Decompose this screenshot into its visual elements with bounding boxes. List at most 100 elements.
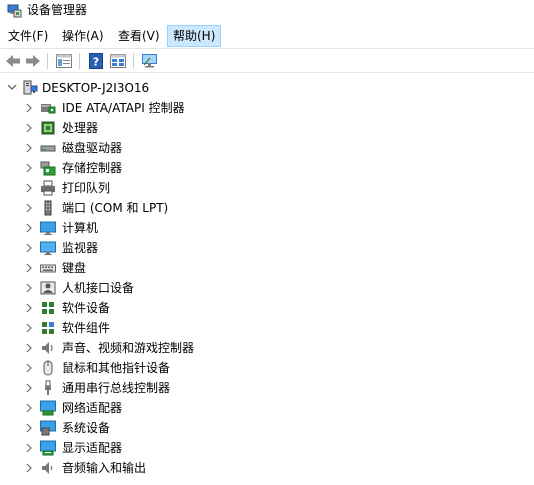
computer-icon bbox=[40, 220, 56, 236]
tree-node[interactable]: 网络适配器 bbox=[0, 398, 534, 418]
network-adapter-icon bbox=[40, 400, 56, 416]
tree-node[interactable]: 存储控制器 bbox=[0, 158, 534, 178]
chevron-right-icon[interactable] bbox=[24, 162, 34, 174]
software-component-icon bbox=[40, 320, 56, 336]
toolbar-separator bbox=[79, 53, 80, 69]
tree-node-label: 声音、视频和游戏控制器 bbox=[62, 341, 195, 355]
tree-node-label: 端口 (COM 和 LPT) bbox=[62, 201, 169, 215]
tree-node[interactable]: 系统设备 bbox=[0, 418, 534, 438]
menu-help[interactable]: 帮助(H) bbox=[167, 25, 222, 47]
chevron-right-icon[interactable] bbox=[24, 202, 34, 214]
tree-node-label: 键盘 bbox=[62, 261, 87, 275]
port-icon bbox=[40, 200, 56, 216]
tree-node-label: 软件设备 bbox=[62, 301, 111, 315]
disk-drive-icon bbox=[40, 140, 56, 156]
tree-node[interactable]: 通用串行总线控制器 bbox=[0, 378, 534, 398]
forward-arrow-icon[interactable] bbox=[23, 52, 43, 70]
chevron-right-icon[interactable] bbox=[24, 442, 34, 454]
software-device-icon bbox=[40, 300, 56, 316]
tree-node-label: 计算机 bbox=[62, 221, 99, 235]
toolbar: ? bbox=[0, 48, 534, 73]
ide-controller-icon bbox=[40, 100, 56, 116]
monitor-icon bbox=[40, 240, 56, 256]
tree-node-label: 显示适配器 bbox=[62, 441, 123, 455]
tree-node-label: 人机接口设备 bbox=[62, 281, 135, 295]
tree-node[interactable]: 键盘 bbox=[0, 258, 534, 278]
tree-node[interactable]: 人机接口设备 bbox=[0, 278, 534, 298]
chevron-right-icon[interactable] bbox=[24, 422, 34, 434]
tree-node-label: 存储控制器 bbox=[62, 161, 123, 175]
computer-root-icon bbox=[22, 80, 38, 96]
system-device-icon bbox=[40, 420, 56, 436]
display-adapter-icon bbox=[40, 440, 56, 456]
back-arrow-icon[interactable] bbox=[3, 52, 23, 70]
chevron-down-icon[interactable] bbox=[6, 81, 18, 93]
chevron-right-icon[interactable] bbox=[24, 282, 34, 294]
tree-node[interactable]: 声音、视频和游戏控制器 bbox=[0, 338, 534, 358]
tree-node[interactable]: 端口 (COM 和 LPT) bbox=[0, 198, 534, 218]
chevron-right-icon[interactable] bbox=[24, 342, 34, 354]
tree-node-label: 软件组件 bbox=[62, 321, 111, 335]
computer-name: DESKTOP-J2I3O16 bbox=[42, 81, 150, 95]
view-list-icon[interactable] bbox=[108, 52, 128, 70]
help-icon[interactable]: ? bbox=[86, 52, 106, 70]
chevron-right-icon[interactable] bbox=[24, 322, 34, 334]
chevron-right-icon[interactable] bbox=[24, 222, 34, 234]
toolbar-separator bbox=[47, 53, 48, 69]
chevron-right-icon[interactable] bbox=[24, 382, 34, 394]
usb-icon bbox=[40, 380, 56, 396]
svg-text:?: ? bbox=[93, 56, 99, 69]
chevron-right-icon[interactable] bbox=[24, 102, 34, 114]
tree-node-label: 处理器 bbox=[62, 121, 99, 135]
device-tree: DESKTOP-J2I3O16 IDE ATA/ATAPI 控制器 处理器磁盘驱动… bbox=[0, 78, 534, 485]
tree-node[interactable]: 监视器 bbox=[0, 238, 534, 258]
tree-node-label: 系统设备 bbox=[62, 421, 111, 435]
chevron-right-icon[interactable] bbox=[24, 302, 34, 314]
tree-root-computer[interactable]: DESKTOP-J2I3O16 bbox=[0, 78, 534, 98]
tree-node[interactable]: 处理器 bbox=[0, 118, 534, 138]
tree-node-label: IDE ATA/ATAPI 控制器 bbox=[62, 101, 185, 115]
tree-node[interactable]: 打印队列 bbox=[0, 178, 534, 198]
chevron-right-icon[interactable] bbox=[24, 142, 34, 154]
tree-node[interactable]: 音频输入和输出 bbox=[0, 458, 534, 478]
keyboard-icon bbox=[40, 260, 56, 276]
menu-bar: 文件(F) 操作(A) 查看(V) 帮助(H) bbox=[0, 25, 534, 47]
device-manager-app-icon bbox=[7, 4, 22, 18]
chevron-right-icon[interactable] bbox=[24, 182, 34, 194]
tree-node[interactable]: 计算机 bbox=[0, 218, 534, 238]
window-title: 设备管理器 bbox=[27, 3, 88, 17]
scan-monitor-icon[interactable] bbox=[140, 52, 160, 70]
storage-controller-icon bbox=[40, 160, 56, 176]
chevron-right-icon[interactable] bbox=[24, 402, 34, 414]
properties-icon[interactable] bbox=[54, 52, 74, 70]
tree-node-label: 通用串行总线控制器 bbox=[62, 381, 171, 395]
tree-node-label: 打印队列 bbox=[62, 181, 111, 195]
menu-view[interactable]: 查看(V) bbox=[113, 25, 165, 47]
print-queue-icon bbox=[40, 180, 56, 196]
menu-action[interactable]: 操作(A) bbox=[57, 25, 109, 47]
tree-node[interactable]: 鼠标和其他指针设备 bbox=[0, 358, 534, 378]
tree-node-label: 鼠标和其他指针设备 bbox=[62, 361, 171, 375]
tree-node[interactable]: IDE ATA/ATAPI 控制器 bbox=[0, 98, 534, 118]
chevron-right-icon[interactable] bbox=[24, 462, 34, 474]
audio-io-icon bbox=[40, 460, 56, 476]
chevron-right-icon[interactable] bbox=[24, 262, 34, 274]
menu-file[interactable]: 文件(F) bbox=[3, 25, 53, 47]
chevron-right-icon[interactable] bbox=[24, 122, 34, 134]
tree-node-label: 音频输入和输出 bbox=[62, 461, 147, 475]
tree-node-label: 监视器 bbox=[62, 241, 99, 255]
tree-node[interactable]: 软件组件 bbox=[0, 318, 534, 338]
processor-icon bbox=[40, 120, 56, 136]
mouse-icon bbox=[40, 360, 56, 376]
tree-node-label: 磁盘驱动器 bbox=[62, 141, 123, 155]
sound-icon bbox=[40, 340, 56, 356]
tree-node[interactable]: 磁盘驱动器 bbox=[0, 138, 534, 158]
toolbar-separator bbox=[133, 53, 134, 69]
tree-node-label: 网络适配器 bbox=[62, 401, 123, 415]
chevron-right-icon[interactable] bbox=[24, 242, 34, 254]
hid-icon bbox=[40, 280, 56, 296]
tree-node[interactable]: 软件设备 bbox=[0, 298, 534, 318]
title-bar: 设备管理器 bbox=[0, 0, 534, 24]
chevron-right-icon[interactable] bbox=[24, 362, 34, 374]
tree-node[interactable]: 显示适配器 bbox=[0, 438, 534, 458]
